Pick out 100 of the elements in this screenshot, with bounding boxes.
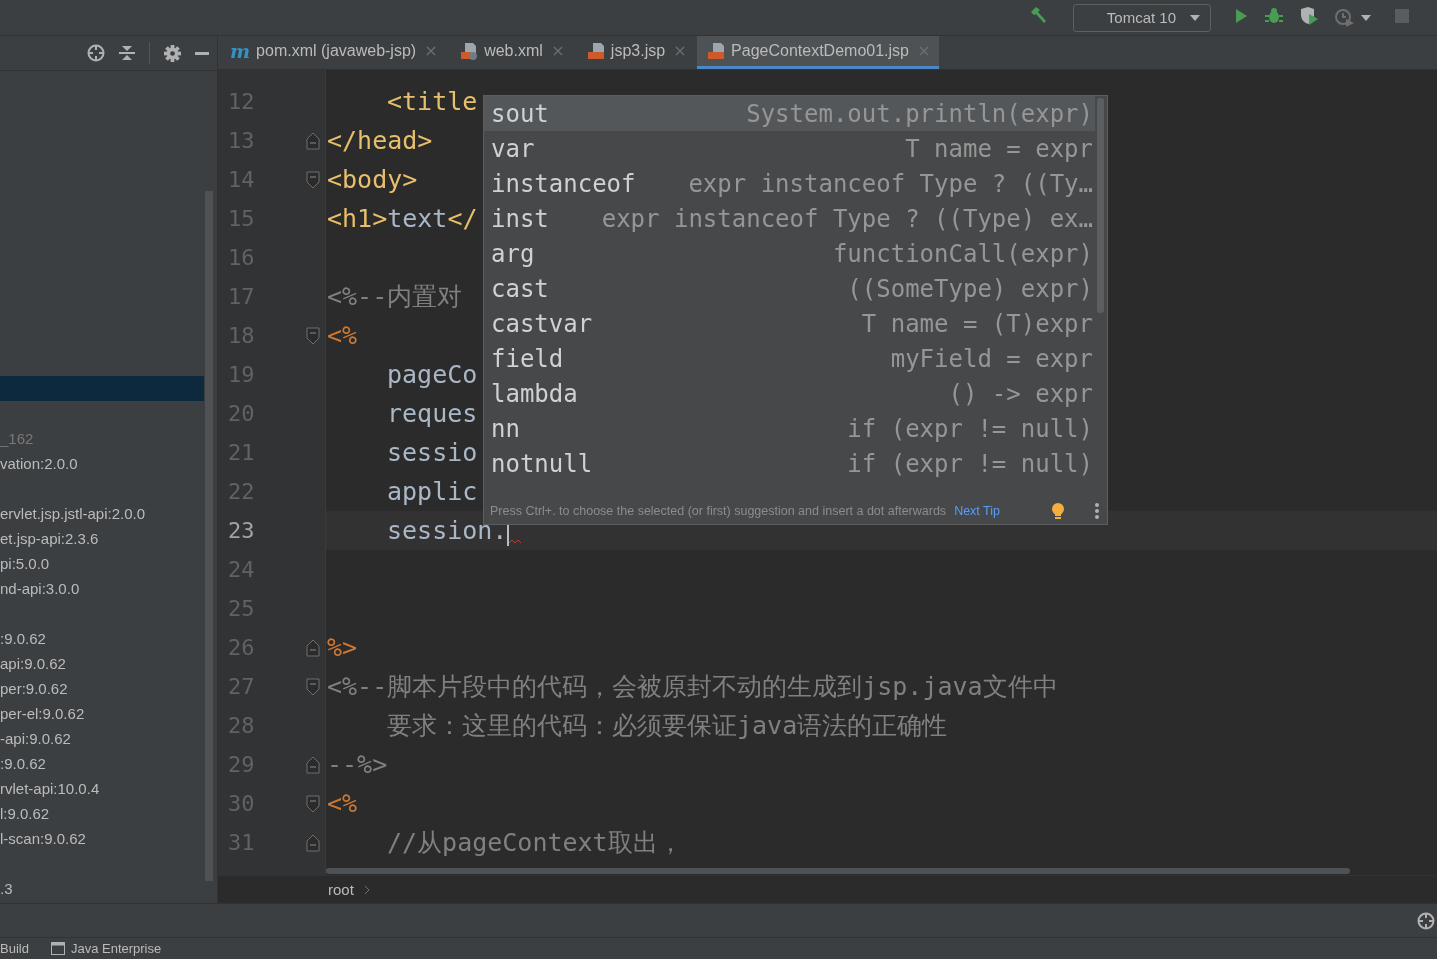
collapse-icon[interactable] xyxy=(119,44,135,62)
tree-item[interactable]: ervlet.jsp.jstl-api:2.0.0 xyxy=(0,505,146,522)
completion-item[interactable]: arg functionCall(expr) xyxy=(484,236,1095,271)
completion-item[interactable]: instanceof expr instanceof Type ? ((Ty… xyxy=(484,166,1095,201)
crosshair-icon[interactable] xyxy=(1417,911,1435,930)
file-icon xyxy=(707,42,726,60)
tree-item[interactable]: pi:5.0.0 xyxy=(0,555,50,572)
tree-item[interactable]: rvlet-api:10.0.4 xyxy=(0,780,100,797)
code-text: session. xyxy=(387,516,508,545)
editor-tab[interactable]: m pom.xml (javaweb-jsp) xyxy=(228,36,447,69)
fold-marker-icon[interactable] xyxy=(306,170,320,189)
bug-icon[interactable] xyxy=(1265,6,1283,25)
fold-marker-icon[interactable] xyxy=(306,755,320,774)
more-icon[interactable] xyxy=(1095,503,1099,519)
code-text: sessio xyxy=(387,438,478,467)
completion-item[interactable]: cast ((SomeType) expr) xyxy=(484,271,1095,306)
completion-description: T name = expr xyxy=(905,134,1093,163)
tool-window-tab[interactable]: Java Enterprise xyxy=(50,941,162,956)
tree-item[interactable]: nd-api:3.0.0 xyxy=(0,580,80,597)
run-configuration-dropdown[interactable]: Tomcat 10 xyxy=(1072,3,1211,32)
code-text: pageCo xyxy=(387,360,478,389)
completion-item[interactable]: lambda () -> expr xyxy=(484,376,1095,411)
fold-marker-icon[interactable] xyxy=(306,794,320,813)
shield-play-icon[interactable] xyxy=(1299,5,1319,26)
code-text: <%--脚本片段中的代码，会被原封不动的生成到jsp.java文件中 xyxy=(327,671,1058,703)
tree-item[interactable]: -api:9.0.62 xyxy=(0,730,71,747)
file-icon xyxy=(586,42,605,60)
code-text: applic xyxy=(387,477,478,506)
fold-marker-icon[interactable] xyxy=(306,326,320,345)
code-text: //从pageContext取出， xyxy=(387,827,683,859)
completion-item[interactable]: nn if (expr != null) xyxy=(484,411,1095,446)
lightbulb-icon xyxy=(1051,502,1065,520)
code-text: --%> xyxy=(327,750,388,779)
code-text: <title xyxy=(387,87,478,116)
completion-item[interactable]: var T name = expr xyxy=(484,131,1095,166)
code-text: %> xyxy=(327,633,358,662)
minimize-icon[interactable] xyxy=(195,51,209,55)
file-icon xyxy=(460,42,479,60)
run-icon[interactable] xyxy=(1233,7,1249,24)
code-text: <%--内置对 xyxy=(327,281,463,313)
code-text: 要求：这里的代码：必须要保证java语法的正确性 xyxy=(387,710,948,742)
error-squiggle xyxy=(509,539,522,544)
close-icon[interactable] xyxy=(919,46,929,56)
completion-description: functionCall(expr) xyxy=(832,239,1093,268)
completion-description: if (expr != null) xyxy=(847,414,1093,443)
hint-text: Press Ctrl+. to choose the selected (or first) suggestion and insert a dot afterwards xyxy=(490,504,947,518)
caret-icon[interactable] xyxy=(1361,14,1371,21)
completion-item[interactable]: castvar T name = (T)expr xyxy=(484,306,1095,341)
chevron-icon xyxy=(363,884,370,895)
completion-description: myField = expr xyxy=(890,344,1093,373)
crosshair-icon[interactable] xyxy=(87,44,105,62)
fold-marker-icon[interactable] xyxy=(306,833,320,852)
next-tip-link[interactable]: Next Tip xyxy=(954,504,1000,518)
stop-icon[interactable] xyxy=(1395,8,1409,23)
tree-item[interactable]: vation:2.0.0 xyxy=(0,455,78,472)
scrollbar[interactable] xyxy=(205,191,213,881)
close-icon[interactable] xyxy=(426,46,437,56)
breadcrumb-item[interactable]: root xyxy=(328,881,354,898)
editor-tab[interactable]: web.xml xyxy=(458,36,573,69)
code-text: </head> xyxy=(327,126,433,155)
completion-item[interactable]: sout System.out.println(expr) xyxy=(484,96,1095,131)
clock-play-icon[interactable] xyxy=(1335,7,1355,28)
completion-item[interactable]: notnull if (expr != null) xyxy=(484,446,1095,481)
code-text: <h1> xyxy=(327,204,388,233)
fold-marker-icon[interactable] xyxy=(306,638,320,657)
editor-tab[interactable]: jsp3.jsp xyxy=(584,36,696,69)
fold-marker-icon[interactable] xyxy=(306,677,320,696)
tree-item[interactable]: .3 xyxy=(0,880,13,897)
tree-item[interactable]: l:9.0.62 xyxy=(0,805,50,822)
code-text: <% xyxy=(327,789,358,818)
gear-icon[interactable] xyxy=(164,44,181,62)
editor-tab[interactable]: PageContextDemo01.jsp xyxy=(697,36,939,69)
tree-item[interactable]: et.jsp-api:2.3.6 xyxy=(0,530,99,547)
completion-description: () -> expr xyxy=(948,379,1093,408)
tree-item[interactable]: l-scan:9.0.62 xyxy=(0,830,86,847)
code-text: reques xyxy=(387,399,478,428)
tree-item[interactable]: :9.0.62 xyxy=(0,755,46,772)
window-icon xyxy=(50,942,65,955)
completion-description: if (expr != null) xyxy=(847,449,1093,478)
line-number: 23 xyxy=(227,517,256,545)
completion-item[interactable]: inst expr instanceof Type ? ((Type) ex… xyxy=(484,201,1095,236)
tree-item[interactable]: api:9.0.62 xyxy=(0,655,66,672)
code-text: text xyxy=(387,204,448,233)
tree-item[interactable]: :9.0.62 xyxy=(0,630,46,647)
completion-description: ((SomeType) expr) xyxy=(847,274,1093,303)
horizontal-scrollbar[interactable] xyxy=(326,868,1350,874)
close-icon[interactable] xyxy=(675,46,686,56)
completion-description: expr instanceof Type ? ((Type) ex… xyxy=(601,204,1093,233)
code-text: </ xyxy=(447,204,478,233)
code-text: <body> xyxy=(327,165,418,194)
maven-icon: m xyxy=(230,41,251,61)
tool-window-tab[interactable]: Build xyxy=(0,941,29,956)
tree-item[interactable]: per-el:9.0.62 xyxy=(0,705,85,722)
completion-item[interactable]: field myField = expr xyxy=(484,341,1095,376)
completion-description: System.out.println(expr) xyxy=(746,99,1093,128)
completion-description: T name = (T)expr xyxy=(861,309,1093,338)
fold-marker-icon[interactable] xyxy=(306,131,320,150)
dropdown-caret-icon xyxy=(1190,14,1200,21)
close-icon[interactable] xyxy=(552,46,563,56)
tree-item[interactable]: per:9.0.62 xyxy=(0,680,68,697)
